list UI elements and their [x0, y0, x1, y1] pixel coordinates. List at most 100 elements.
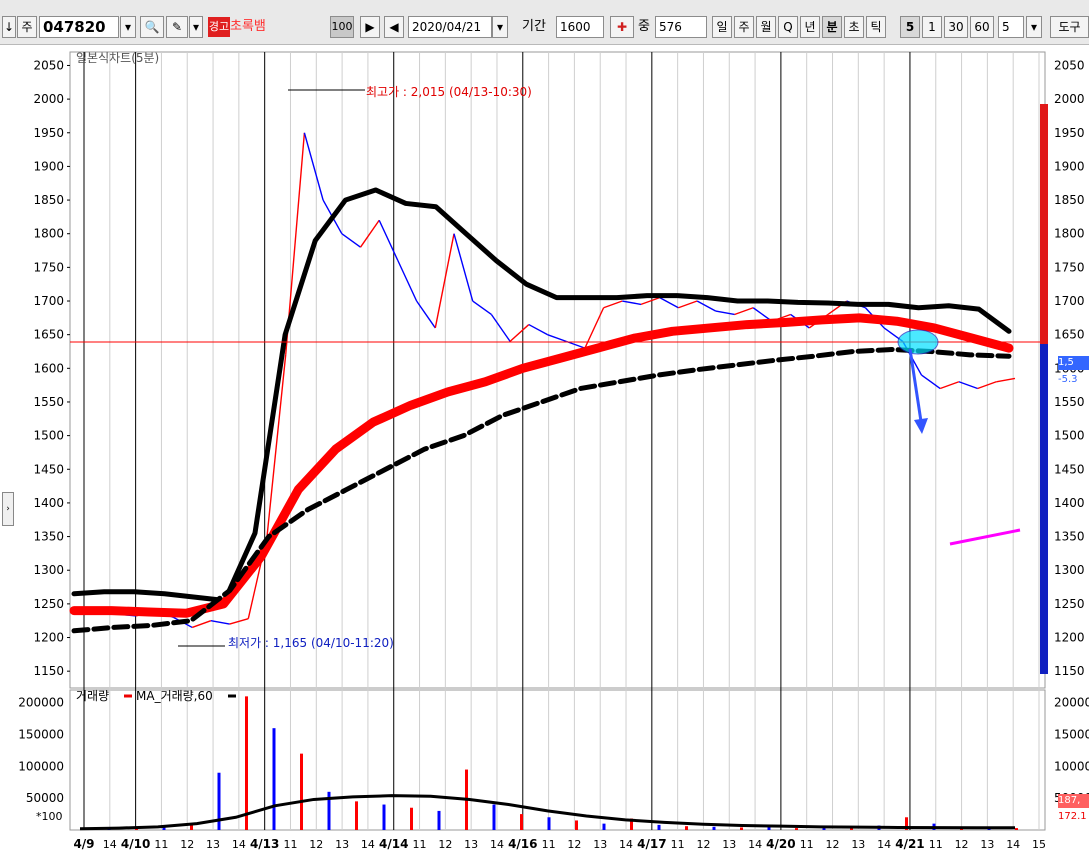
count-input[interactable]: 576	[655, 16, 707, 38]
price-segment	[996, 377, 1016, 383]
period-label: 기간	[522, 19, 546, 34]
y-tick-label: 1550	[33, 395, 64, 409]
x-tick-label: 14	[1006, 838, 1020, 851]
y-tick-label-right: 2050	[1054, 58, 1085, 72]
price-segment	[696, 300, 717, 312]
period-tab-tick[interactable]: 틱	[866, 16, 886, 38]
period-tab-month[interactable]: 월	[756, 16, 776, 38]
stock-code-input[interactable]: 047820	[39, 16, 119, 38]
volume-bar	[272, 728, 276, 830]
period-tab-year[interactable]: 년	[800, 16, 820, 38]
percent-box[interactable]: 100	[330, 16, 354, 38]
minute-5-button[interactable]: 5	[900, 16, 920, 38]
volume-bar	[1015, 828, 1018, 830]
price-segment	[528, 323, 548, 336]
volume-bar	[712, 826, 716, 830]
x-tick-label: 4/17	[637, 837, 666, 851]
volume-bar	[410, 807, 413, 830]
minute-1-button[interactable]: 1	[922, 16, 942, 38]
y-tick-label-right: 1150	[1054, 664, 1085, 678]
x-tick-label: 13	[464, 838, 478, 851]
price-segment	[378, 219, 399, 261]
y-tick-label: 1250	[33, 597, 64, 611]
price-segment	[434, 233, 455, 329]
price-segment	[939, 381, 960, 390]
price-segment	[921, 374, 941, 390]
pink-trend-annotation	[949, 528, 1021, 546]
y-tick-label: 1700	[33, 294, 64, 308]
volume-bar	[355, 801, 358, 830]
price-segment	[603, 300, 623, 309]
period-tab-quarter[interactable]: Q	[778, 16, 798, 38]
minute-dropdown-icon[interactable]: ▾	[1026, 16, 1042, 38]
volume-tag: 187,	[1058, 794, 1089, 808]
volume-tick-label: 200000	[18, 696, 64, 710]
price-segment	[397, 260, 418, 302]
tools-button[interactable]: 도구	[1050, 16, 1089, 38]
y-tick-label: 1750	[33, 260, 64, 274]
calendar-dropdown-icon[interactable]: ▾	[492, 16, 508, 38]
search-icon[interactable]: 🔍	[140, 16, 164, 38]
dropdown-icon[interactable]: ▾	[120, 16, 136, 38]
x-tick-label: 12	[955, 838, 969, 851]
minute-30-button[interactable]: 30	[944, 16, 968, 38]
price-chart: 2050 2050 2000 2000 1950 1950 1900 1900 1850 1850…	[18, 51, 1089, 851]
count-label: 중	[638, 19, 650, 34]
x-tick-label: 12	[567, 838, 581, 851]
volume-tick-label: 100000	[18, 759, 64, 773]
y-tick-label: 1900	[33, 159, 64, 173]
x-tick-label: 14	[490, 838, 504, 851]
y-tick-label-right: 1250	[1054, 597, 1085, 611]
x-tick-label: 13	[206, 838, 220, 851]
y-tick-label: 1600	[33, 361, 64, 375]
x-tick-label: 12	[696, 838, 710, 851]
x-tick-label: 13	[851, 838, 865, 851]
date-input[interactable]: 2020/04/21	[408, 16, 492, 38]
x-tick-label: 15	[1032, 838, 1046, 851]
y-tick-label: 1850	[33, 193, 64, 207]
y-tick-label: 1200	[33, 631, 64, 645]
price-segment	[303, 132, 324, 201]
price-segment	[715, 310, 735, 316]
x-tick-label: 14	[361, 838, 375, 851]
volume-tick-label-right: 150000	[1054, 728, 1089, 742]
y-tick-label-right: 1500	[1054, 429, 1085, 443]
volume-bar	[575, 820, 578, 830]
x-tick-label: 14	[748, 838, 762, 851]
stock-name: 초록뱀	[230, 19, 266, 34]
price-segment	[210, 620, 230, 625]
panel-expand-handle[interactable]: ›	[2, 492, 14, 526]
back-icon[interactable]: ◀	[384, 16, 404, 38]
y-tick-label-right: 2000	[1054, 92, 1085, 106]
minute-60-button[interactable]: 60	[970, 16, 994, 38]
x-tick-label: 12	[826, 838, 840, 851]
x-tick-label: 4/13	[250, 837, 279, 851]
x-tick-label: 4/21	[895, 837, 924, 851]
chevron-down-icon[interactable]: ▾	[189, 16, 203, 38]
volume-bar	[190, 824, 193, 830]
period-tab-minute[interactable]: 분	[822, 16, 842, 38]
x-tick-label: 11	[929, 838, 943, 851]
play-icon[interactable]: ▶	[360, 16, 380, 38]
period-tab-second[interactable]: 초	[844, 16, 864, 38]
y-tick-label-right: 1550	[1054, 395, 1085, 409]
x-tick-label: 4/14	[379, 837, 408, 851]
x-tick-label: 4/16	[508, 837, 537, 851]
y-tick-label: 1950	[33, 126, 64, 140]
price-tag-current: 1,5	[1058, 356, 1089, 370]
x-tick-label: 11	[542, 838, 556, 851]
y-tick-label-right: 1850	[1054, 193, 1085, 207]
period-tab-day[interactable]: 일	[712, 16, 732, 38]
period-input[interactable]: 1600	[556, 16, 604, 38]
arrow-down-button[interactable]: ↓	[2, 16, 16, 38]
memo-icon[interactable]: ✎	[166, 16, 188, 38]
settings-icon[interactable]: ✚	[610, 16, 634, 38]
x-tick-label: 4/20	[766, 837, 795, 851]
minute-input[interactable]: 5	[998, 16, 1024, 38]
high-price-annotation: 최고가 : 2,015 (04/13-10:30)	[366, 85, 532, 99]
low-price-annotation: 최저가 : 1,165 (04/10-11:20)	[228, 636, 394, 650]
period-tab-week[interactable]: 주	[734, 16, 754, 38]
y-tick-label: 1800	[33, 227, 64, 241]
volume-bar	[795, 828, 798, 830]
type-selector[interactable]: 주	[17, 16, 37, 38]
